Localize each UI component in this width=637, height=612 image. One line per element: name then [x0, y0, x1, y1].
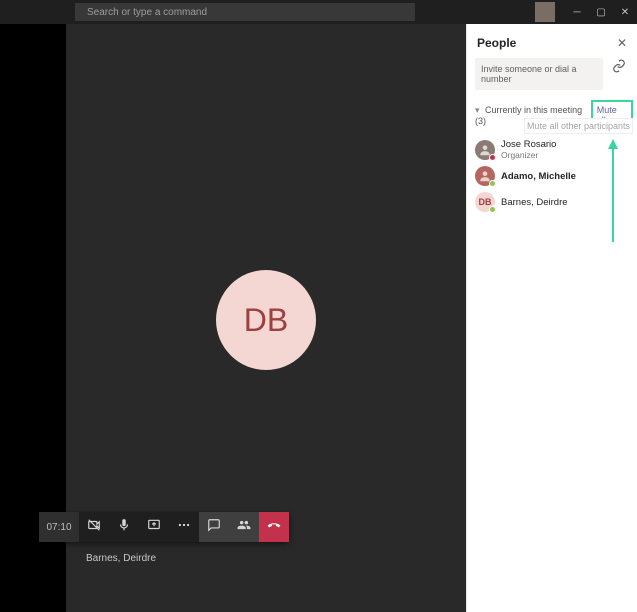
presence-indicator [489, 154, 496, 161]
search-input[interactable]: Search or type a command [75, 3, 415, 21]
mute-all-tooltip: Mute all other participants [524, 118, 633, 134]
participant-row[interactable]: Adamo, Michelle [473, 163, 631, 189]
meeting-toolbar: 07:10 [39, 512, 289, 542]
more-icon [177, 518, 191, 537]
chevron-down-icon: ▾ [475, 105, 480, 115]
participant-avatar-large: DB [216, 270, 316, 370]
titlebar: Search or type a command ─ ▢ ✕ [0, 0, 637, 24]
people-panel: People ✕ Invite someone or dial a number… [466, 24, 637, 612]
participant-name: Jose Rosario [501, 139, 556, 150]
link-icon [612, 59, 626, 78]
dial-pad-button[interactable] [609, 58, 629, 78]
participant-subtitle: Organizer [501, 150, 556, 160]
main: DB 07:10 Barnes, [0, 24, 637, 612]
presence-indicator [489, 180, 496, 187]
camera-off-icon [87, 518, 101, 537]
participant-name: Adamo, Michelle [501, 171, 576, 182]
close-button[interactable]: ✕ [613, 0, 637, 24]
section-currently-in-meeting[interactable]: ▾ Currently in this meeting (3) Mute all… [467, 96, 637, 134]
mute-all-button[interactable]: Mute all Mute all other participants [591, 100, 633, 130]
chat-icon [207, 518, 221, 537]
participant-avatar [475, 166, 495, 186]
invite-input[interactable]: Invite someone or dial a number [475, 58, 603, 90]
call-timer: 07:10 [39, 512, 79, 542]
participant-row[interactable]: DB Barnes, Deirdre [473, 189, 631, 215]
people-button[interactable] [229, 512, 259, 542]
participant-avatar: DB [475, 192, 495, 212]
hangup-icon [267, 518, 281, 537]
meeting-stage: DB 07:10 Barnes, [66, 24, 466, 612]
participant-avatar [475, 140, 495, 160]
stage-caption-name: Barnes, Deirdre [86, 553, 156, 564]
close-panel-button[interactable]: ✕ [617, 36, 627, 50]
mic-icon [117, 518, 131, 537]
section-label: Currently in this meeting [485, 105, 582, 115]
participant-name: Barnes, Deirdre [501, 197, 568, 208]
share-screen-icon [147, 518, 161, 537]
account-tile[interactable] [535, 2, 555, 22]
presence-indicator [489, 206, 496, 213]
annotation-arrow [612, 142, 614, 242]
maximize-button[interactable]: ▢ [589, 0, 613, 24]
section-count: (3) [475, 116, 486, 126]
hangup-button[interactable] [259, 512, 289, 542]
more-button[interactable] [169, 512, 199, 542]
mic-button[interactable] [109, 512, 139, 542]
camera-button[interactable] [79, 512, 109, 542]
share-button[interactable] [139, 512, 169, 542]
people-icon [237, 518, 251, 537]
people-panel-title: People [477, 36, 516, 50]
minimize-button[interactable]: ─ [565, 0, 589, 24]
chat-button[interactable] [199, 512, 229, 542]
